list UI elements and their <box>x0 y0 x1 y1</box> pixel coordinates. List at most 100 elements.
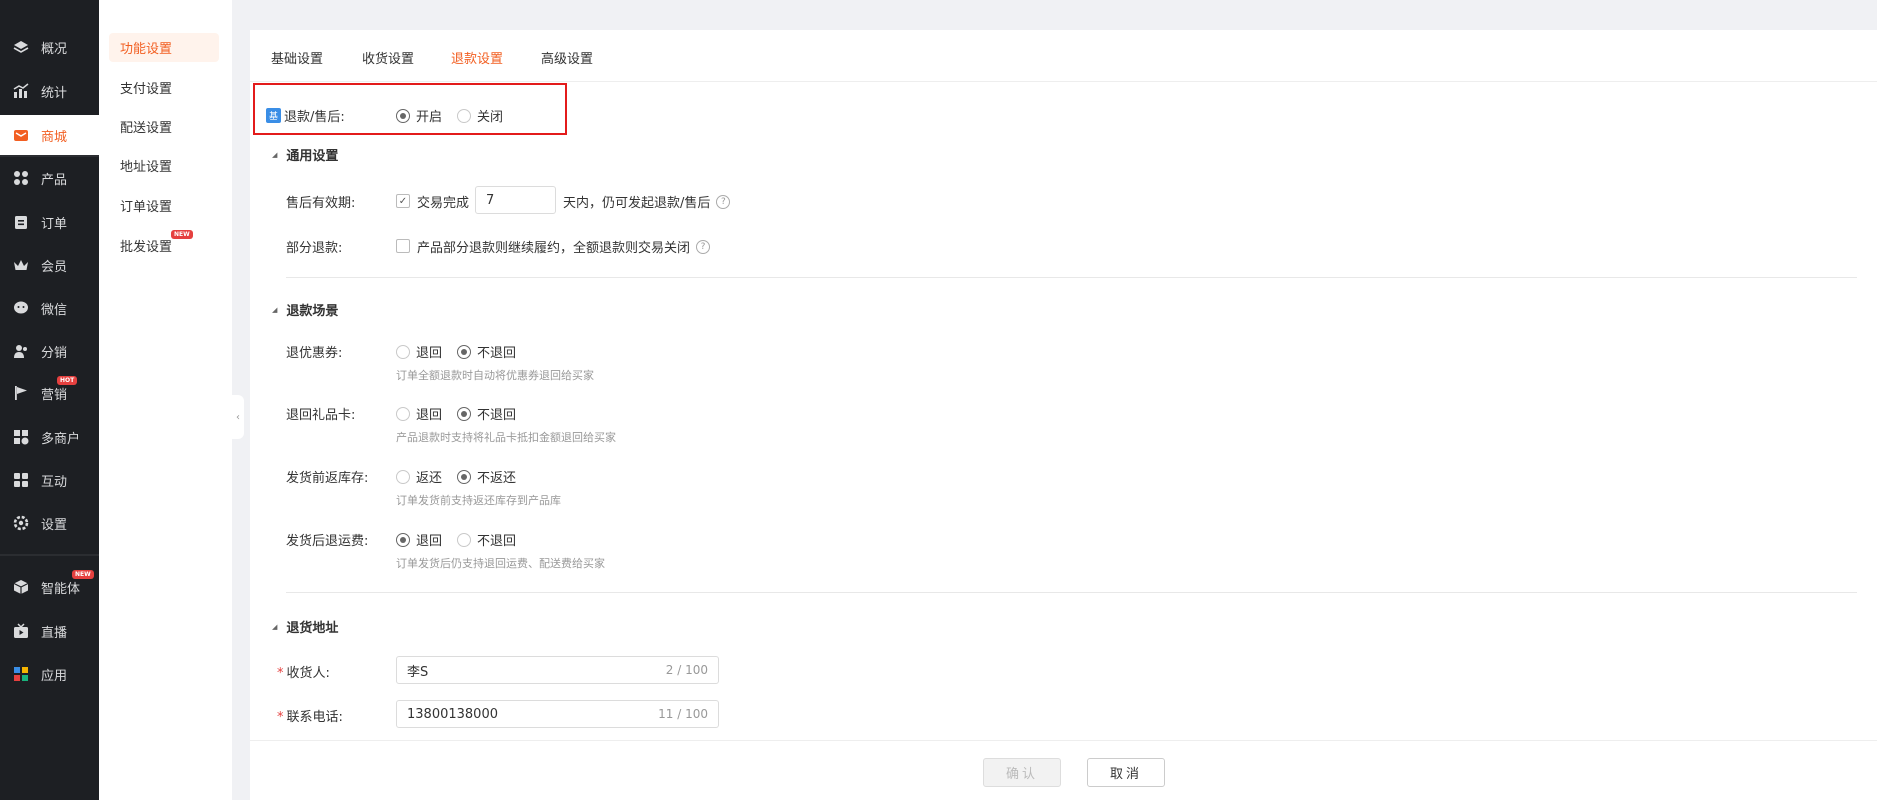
settings-tabs: 基础设置 收货设置 退款设置 高级设置 <box>250 30 1877 82</box>
phone-label: * 联系电话: <box>277 710 343 725</box>
submenu-item-order[interactable]: 订单设置 <box>109 191 219 220</box>
hot-badge: HOT <box>57 376 78 385</box>
sidebar-item-live[interactable]: 直播 <box>0 611 99 651</box>
coupon-label: 退优惠券: <box>286 346 343 361</box>
giftcard-noreturn-radio[interactable]: 不退回 <box>457 404 516 423</box>
sidebar-item-label: 直播 <box>41 625 68 641</box>
sidebar-item-label: 应用 <box>41 668 68 684</box>
clipboard-icon <box>13 214 29 230</box>
sidebar-item-stats[interactable]: 统计 <box>0 71 99 111</box>
sidebar-item-overview[interactable]: 概况 <box>0 27 99 67</box>
sidebar-item-label: 分销 <box>41 345 68 361</box>
sidebar-item-marketing[interactable]: 营销 HOT <box>0 373 99 413</box>
receiver-char-count: 2 / 100 <box>665 663 708 677</box>
mail-store-icon <box>13 127 29 143</box>
submenu-item-payment[interactable]: 支付设置 <box>109 73 219 102</box>
sidebar-item-products[interactable]: 产品 <box>0 158 99 198</box>
cube-icon <box>13 579 29 595</box>
giftcard-return-radio[interactable]: 退回 <box>396 404 442 423</box>
crown-icon <box>13 257 29 273</box>
stock-label: 发货前返库存: <box>286 471 369 486</box>
highlight-frame <box>253 83 567 135</box>
sidebar-item-agent[interactable]: 智能体 NEW <box>0 567 99 607</box>
section-address-title: ◢ 退货地址 <box>272 621 339 636</box>
freight-hint: 订单发货后仍支持退回运费、配送费给买家 <box>396 557 605 570</box>
stock-return-radio[interactable]: 返还 <box>396 467 442 486</box>
submenu-item-delivery[interactable]: 配送设置 <box>109 112 219 141</box>
freight-label: 发货后退运费: <box>286 534 369 549</box>
validity-days-input[interactable]: 7 <box>475 186 556 214</box>
layers-icon <box>13 39 29 55</box>
section-general-title: ◢ 通用设置 <box>272 149 339 164</box>
confirm-button[interactable]: 确认 <box>983 758 1061 787</box>
chart-icon <box>13 83 29 99</box>
sidebar-item-multi-merchant[interactable]: 多商户 <box>0 417 99 457</box>
coupon-return-radio[interactable]: 退回 <box>396 342 442 361</box>
submenu-item-address[interactable]: 地址设置 <box>109 151 219 180</box>
submenu-item-label: 批发设置 <box>120 240 173 255</box>
validity-check-label: 交易完成 <box>417 196 470 211</box>
collapse-menu-toggle[interactable]: ‹ <box>232 395 244 439</box>
validity-label: 售后有效期: <box>286 196 356 211</box>
tab-basic[interactable]: 基础设置 <box>271 48 323 67</box>
sidebar-item-wechat[interactable]: 微信 <box>0 288 99 328</box>
sidebar-item-label: 概况 <box>41 41 68 57</box>
freight-noreturn-radio[interactable]: 不退回 <box>457 530 516 549</box>
validity-checkbox[interactable]: ✓ <box>396 194 410 208</box>
submenu-item-wholesale[interactable]: 批发设置 NEW <box>109 230 219 260</box>
sidebar-item-interact[interactable]: 互动 <box>0 460 99 500</box>
sidebar-item-distribution[interactable]: 分销 <box>0 331 99 371</box>
freight-return-radio[interactable]: 退回 <box>396 530 442 549</box>
sidebar-item-label: 多商户 <box>41 431 81 447</box>
validity-suffix: 天内，仍可发起退款/售后? <box>563 192 731 211</box>
sidebar-item-orders[interactable]: 订单 <box>0 202 99 242</box>
phone-input[interactable]: 13800138000 11 / 100 <box>396 700 719 728</box>
sidebar-divider <box>0 155 99 157</box>
sidebar-item-label: 营销 <box>41 387 68 403</box>
help-icon: ? <box>696 239 711 254</box>
sidebar-item-label: 互动 <box>41 474 68 490</box>
interact-icon <box>13 472 29 488</box>
gear-icon <box>13 515 29 531</box>
main-panel: 基础设置 收货设置 退款设置 高级设置 基 退款/售后: 开启 关闭 ◢ 通用设置… <box>250 30 1877 800</box>
sidebar-divider <box>0 554 99 556</box>
sidebar-item-mall[interactable]: 商城 <box>0 115 99 155</box>
submenu-item-function[interactable]: 功能设置 <box>109 33 219 62</box>
settings-submenu: 功能设置 支付设置 配送设置 地址设置 订单设置 批发设置 NEW <box>99 0 232 800</box>
apps-icon <box>13 666 29 682</box>
new-badge: NEW <box>72 570 94 579</box>
cancel-button[interactable]: 取消 <box>1087 758 1165 787</box>
chevron-left-icon: ‹ <box>236 411 240 423</box>
partial-refund-text: 产品部分退款则继续履约，全额退款则交易关闭? <box>417 237 711 256</box>
sidebar-item-label: 订单 <box>41 216 68 232</box>
new-badge: NEW <box>171 230 193 239</box>
sidebar-item-settings[interactable]: 设置 <box>0 503 99 543</box>
tab-refund[interactable]: 退款设置 <box>451 48 503 67</box>
giftcard-label: 退回礼品卡: <box>286 408 356 423</box>
tab-advanced[interactable]: 高级设置 <box>541 48 593 67</box>
main-sidebar: 概况 统计 商城 产品 订单 会员 微信 分销 营销 HOT 多商户 互动 设置… <box>0 0 99 800</box>
help-icon: ? <box>716 194 731 209</box>
partial-refund-label: 部分退款: <box>286 241 343 256</box>
sidebar-item-label: 产品 <box>41 172 68 188</box>
tab-receiving[interactable]: 收货设置 <box>362 48 414 67</box>
sidebar-item-label: 微信 <box>41 302 68 318</box>
wechat-icon <box>13 300 29 316</box>
sidebar-item-apps[interactable]: 应用 <box>0 654 99 694</box>
sidebar-item-label: 智能体 <box>41 581 81 597</box>
flag-icon <box>13 385 29 401</box>
partial-refund-checkbox[interactable] <box>396 239 410 253</box>
sidebar-item-label: 商城 <box>41 129 68 145</box>
sidebar-item-label: 设置 <box>41 517 68 533</box>
stock-noreturn-radio[interactable]: 不返还 <box>457 467 516 486</box>
phone-char-count: 11 / 100 <box>658 707 708 721</box>
sidebar-item-members[interactable]: 会员 <box>0 245 99 285</box>
users-icon <box>13 343 29 359</box>
sidebar-item-label: 会员 <box>41 259 68 275</box>
grid-icon <box>13 170 29 186</box>
coupon-hint: 订单全额退款时自动将优惠券退回给买家 <box>396 369 594 382</box>
coupon-noreturn-radio[interactable]: 不退回 <box>457 342 516 361</box>
section-divider <box>286 277 1857 278</box>
receiver-input[interactable]: 李S 2 / 100 <box>396 656 719 684</box>
giftcard-hint: 产品退款时支持将礼品卡抵扣金额退回给买家 <box>396 431 616 444</box>
